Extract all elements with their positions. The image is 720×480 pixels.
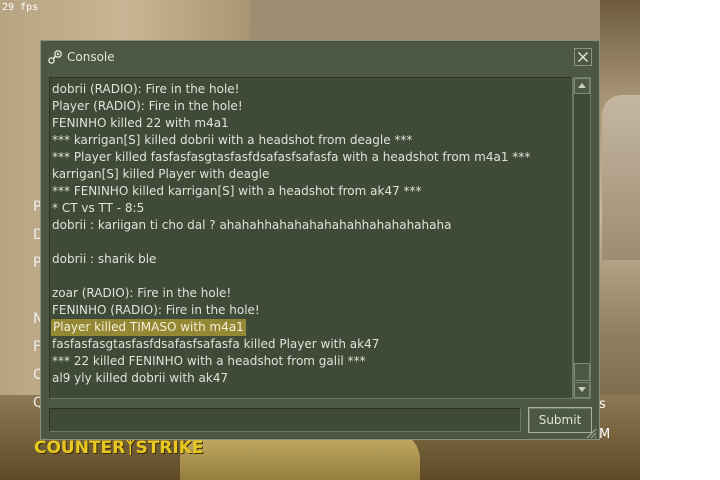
console-line: *** karrigan[S] killed dobrii with a hea… xyxy=(52,133,413,147)
console-line: FENINHO (RADIO): Fire in the hole! xyxy=(52,303,260,317)
close-icon xyxy=(578,52,588,62)
console-title-bar[interactable]: Console xyxy=(41,41,599,73)
console-line: * CT vs TT - 8:5 xyxy=(52,201,145,215)
console-line: dobrii (RADIO): Fire in the hole! xyxy=(52,82,240,96)
submit-button[interactable]: Submit xyxy=(528,407,592,433)
scroll-thumb[interactable] xyxy=(574,363,590,381)
console-line: fasfasfasgtasfasfdsafasfsafasfa killed P… xyxy=(52,337,380,351)
console-line: Player (RADIO): Fire in the hole! xyxy=(52,99,243,113)
console-line: dobrii : sharik ble xyxy=(52,252,157,266)
console-line: *** FENINHO killed karrigan[S] with a he… xyxy=(52,184,422,198)
fps-counter: 29 fps xyxy=(2,2,39,13)
console-line: zoar (RADIO): Fire in the hole! xyxy=(52,286,232,300)
console-line: al9 yly killed dobrii with ak47 xyxy=(52,371,229,385)
console-line: *** 22 killed FENINHO with a headshot fr… xyxy=(52,354,366,368)
scroll-down-button[interactable] xyxy=(574,382,590,398)
logo-text-strike: Strike xyxy=(135,438,204,458)
console-line: *** Player killed fasfasfasgtasfasfdsafa… xyxy=(52,150,531,164)
scroll-up-button[interactable] xyxy=(574,78,590,94)
steam-icon xyxy=(48,50,62,64)
counter-strike-logo: CounterᛉStrike xyxy=(34,438,204,458)
console-scrollbar[interactable] xyxy=(573,77,591,399)
logo-text-counter: Counter xyxy=(34,438,126,458)
logo-figure-icon: ᛉ xyxy=(125,438,136,458)
console-line-highlighted: Player killed TIMASO with m4a1 xyxy=(51,319,246,336)
console-line: FENINHO killed 22 with m4a1 xyxy=(52,116,229,130)
console-line: karrigan[S] killed Player with deagle xyxy=(52,167,270,181)
console-title: Console xyxy=(67,50,115,64)
close-button[interactable] xyxy=(574,48,592,66)
resize-grip-icon[interactable] xyxy=(585,427,597,439)
archway xyxy=(602,95,640,260)
console-line: dobrii : kariigan ti cho dal ? ahahahhah… xyxy=(52,218,452,232)
arrow-down-icon xyxy=(578,387,586,392)
side-menu-letter-s: s xyxy=(599,397,606,412)
side-menu-letter-m: M xyxy=(599,427,611,442)
arrow-up-icon xyxy=(578,83,586,88)
console-window: Console dobrii (RADIO): Fire in the hole… xyxy=(40,40,600,440)
console-command-input[interactable] xyxy=(49,408,521,432)
console-output[interactable]: dobrii (RADIO): Fire in the hole! Player … xyxy=(49,77,573,399)
